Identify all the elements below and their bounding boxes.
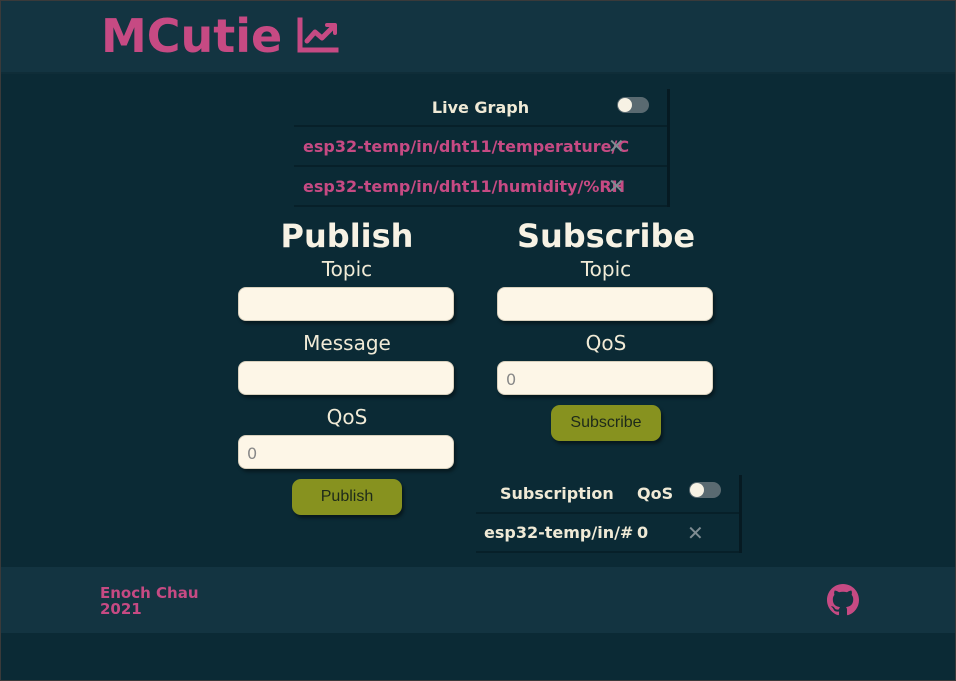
subscription-column-header: Subscription bbox=[500, 484, 614, 503]
subscribe-button[interactable]: Subscribe bbox=[551, 405, 661, 441]
github-icon[interactable] bbox=[827, 584, 859, 616]
live-topic-row: esp32-temp/in/dht11/humidity/%RH ✕ bbox=[294, 167, 667, 207]
live-topic-link[interactable]: esp32-temp/in/dht11/temperature/C bbox=[303, 137, 629, 156]
subscribe-qos-label: QoS bbox=[585, 331, 627, 355]
toggle-knob bbox=[618, 98, 632, 112]
author-credit: Enoch Chau 2021 bbox=[100, 585, 199, 617]
author-name: Enoch Chau bbox=[100, 584, 199, 602]
subscriptions-table: Subscription QoS esp32-temp/in/# 0 ✕ bbox=[476, 475, 739, 553]
app-title: MCutie bbox=[101, 9, 283, 63]
header: MCutie bbox=[1, 1, 955, 74]
publish-qos-label: QoS bbox=[326, 405, 368, 429]
publish-message-input[interactable] bbox=[238, 361, 454, 395]
chart-line-icon bbox=[297, 17, 339, 53]
live-graph-header: Live Graph bbox=[294, 89, 667, 127]
remove-topic-icon[interactable]: ✕ bbox=[608, 174, 625, 198]
live-graph-toggle[interactable] bbox=[617, 97, 649, 113]
qos-column-header: QoS bbox=[637, 484, 674, 503]
subscription-topic: esp32-temp/in/# bbox=[484, 523, 634, 542]
live-topic-link[interactable]: esp32-temp/in/dht11/humidity/%RH bbox=[303, 177, 625, 196]
table-row: esp32-temp/in/# 0 ✕ bbox=[476, 514, 739, 553]
footer: Enoch Chau 2021 bbox=[1, 567, 955, 633]
subscribe-topic-label: Topic bbox=[580, 257, 632, 281]
publish-heading: Publish bbox=[280, 217, 414, 255]
unsubscribe-icon[interactable]: ✕ bbox=[687, 521, 704, 545]
publish-qos-input[interactable]: 0 bbox=[238, 435, 454, 469]
remove-topic-icon[interactable]: ✕ bbox=[608, 134, 625, 158]
publish-topic-label: Topic bbox=[321, 257, 373, 281]
toggle-knob bbox=[690, 483, 704, 497]
subscriptions-toggle[interactable] bbox=[689, 482, 721, 498]
copyright-year: 2021 bbox=[100, 600, 142, 618]
live-graph-label: Live Graph bbox=[431, 97, 530, 117]
live-topic-row: esp32-temp/in/dht11/temperature/C ✕ bbox=[294, 127, 667, 167]
publish-topic-input[interactable] bbox=[238, 287, 454, 321]
live-graph-panel: Live Graph esp32-temp/in/dht11/temperatu… bbox=[294, 89, 667, 207]
subscription-qos: 0 bbox=[637, 523, 649, 542]
publish-section: Publish Topic Message QoS 0 Publish bbox=[238, 217, 456, 515]
publish-button[interactable]: Publish bbox=[292, 479, 402, 515]
publish-message-label: Message bbox=[303, 331, 391, 355]
subscribe-qos-input[interactable]: 0 bbox=[497, 361, 713, 395]
subscribe-section: Subscribe Topic QoS 0 Subscribe bbox=[497, 217, 715, 441]
brand[interactable]: MCutie bbox=[101, 9, 340, 63]
subscribe-heading: Subscribe bbox=[516, 217, 696, 255]
subscribe-topic-input[interactable] bbox=[497, 287, 713, 321]
subscriptions-header: Subscription QoS bbox=[476, 475, 739, 514]
